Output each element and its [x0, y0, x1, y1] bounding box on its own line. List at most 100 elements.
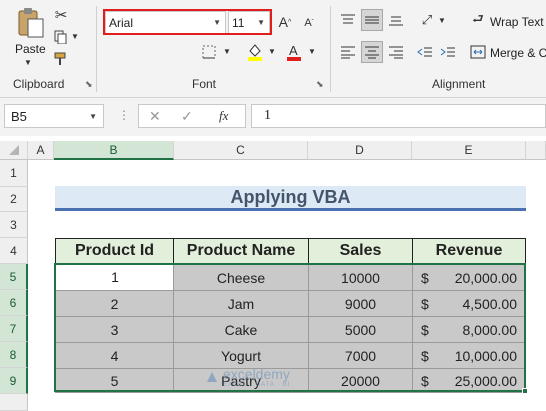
- table-cell-product-name[interactable]: Jam: [173, 290, 309, 317]
- copy-icon[interactable]: [52, 28, 70, 46]
- row-header-3[interactable]: 3: [0, 212, 28, 238]
- table-cell-revenue[interactable]: $ 10,000.00: [412, 342, 526, 369]
- table-cell-revenue[interactable]: $ 4,500.00: [412, 290, 526, 317]
- header-revenue[interactable]: Revenue: [412, 238, 526, 264]
- wrap-text-icon[interactable]: ⮐: [470, 11, 486, 30]
- ribbon: Paste ▼ ✂ ▼ Clipboard ⬊ Arial ▼ 11 ▼ A ^ …: [0, 0, 546, 98]
- table-cell-product-id[interactable]: 5: [55, 368, 174, 393]
- fill-color-dropdown-icon[interactable]: ▼: [268, 47, 276, 56]
- svg-text:A: A: [289, 43, 298, 58]
- table-cell-sales[interactable]: 20000: [308, 368, 413, 393]
- table-cell-product-id[interactable]: 2: [55, 290, 174, 317]
- revenue-value: 4,500.00: [462, 295, 518, 312]
- column-header-b[interactable]: B: [54, 141, 174, 160]
- cancel-icon[interactable]: ✕: [149, 108, 161, 125]
- row-header-1[interactable]: 1: [0, 160, 28, 187]
- currency-symbol: $: [421, 295, 429, 312]
- sheet-title: Applying VBA: [55, 186, 526, 211]
- insert-function-icon[interactable]: fx: [219, 108, 228, 124]
- row-header-10[interactable]: [0, 394, 28, 411]
- align-left-icon[interactable]: [339, 43, 357, 61]
- column-header-a[interactable]: A: [28, 141, 54, 160]
- decrease-indent-icon[interactable]: [416, 43, 434, 61]
- font-color-icon[interactable]: A: [285, 42, 303, 62]
- ribbon-separator: [96, 6, 97, 92]
- fill-handle[interactable]: [522, 388, 528, 394]
- currency-symbol: $: [421, 347, 429, 364]
- cut-icon[interactable]: ✂: [52, 6, 70, 24]
- table-cell-product-id[interactable]: 3: [55, 316, 174, 343]
- header-product-name[interactable]: Product Name: [173, 238, 309, 264]
- name-box[interactable]: B5 ▼: [4, 104, 104, 128]
- merge-center-icon[interactable]: [470, 44, 486, 60]
- revenue-value: 25,000.00: [454, 372, 517, 389]
- table-cell-sales[interactable]: 9000: [308, 290, 413, 317]
- copy-dropdown-icon[interactable]: ▼: [71, 32, 79, 41]
- column-header-f[interactable]: [526, 141, 546, 160]
- orientation-icon[interactable]: ⤢: [418, 11, 436, 29]
- align-right-icon[interactable]: [387, 43, 405, 61]
- table-cell-revenue[interactable]: $ 20,000.00: [412, 264, 526, 291]
- name-box-value: B5: [11, 109, 27, 124]
- chevron-down-icon: ▼: [89, 112, 97, 121]
- currency-symbol: $: [421, 321, 429, 338]
- table-cell-sales[interactable]: 10000: [308, 264, 413, 291]
- row-header-6[interactable]: 6: [0, 290, 28, 316]
- wrap-text-button[interactable]: Wrap Text: [490, 15, 544, 29]
- font-color-dropdown-icon[interactable]: ▼: [308, 47, 316, 56]
- select-all-corner[interactable]: [0, 141, 28, 160]
- fill-color-icon[interactable]: [246, 42, 264, 62]
- column-header-e[interactable]: E: [412, 141, 526, 160]
- paste-icon[interactable]: [14, 6, 46, 40]
- formula-input[interactable]: 1: [251, 104, 546, 128]
- align-center-icon[interactable]: [361, 41, 383, 63]
- orientation-dropdown-icon[interactable]: ▼: [438, 16, 446, 25]
- borders-icon[interactable]: [201, 44, 217, 60]
- watermark-icon: [207, 372, 217, 382]
- increase-indent-icon[interactable]: [439, 43, 457, 61]
- formula-value: 1: [264, 108, 271, 123]
- table-cell-revenue[interactable]: $ 25,000.00: [412, 368, 526, 393]
- middle-align-icon[interactable]: [361, 9, 383, 31]
- watermark-tagline: EXCEL · DATA · BI: [223, 382, 291, 388]
- currency-symbol: $: [421, 372, 429, 389]
- clipboard-group-label: Clipboard: [13, 77, 65, 91]
- table-cell-product-name[interactable]: Yogurt: [173, 342, 309, 369]
- revenue-value: 10,000.00: [454, 347, 517, 364]
- decrease-font-size-icon[interactable]: Aˇ: [302, 15, 316, 31]
- increase-font-size-icon[interactable]: A ^: [278, 13, 292, 31]
- alignment-group-label: Alignment: [432, 77, 486, 91]
- watermark-logo: exceldemy EXCEL · DATA · BI: [205, 366, 291, 388]
- enter-icon[interactable]: ✓: [181, 108, 193, 125]
- font-dialog-launcher-icon[interactable]: ⬊: [316, 79, 324, 90]
- table-cell-product-id[interactable]: 1: [56, 264, 174, 290]
- highlight-box: [103, 9, 272, 35]
- borders-dropdown-icon[interactable]: ▼: [223, 47, 231, 56]
- row-header-2[interactable]: 2: [0, 187, 28, 212]
- ribbon-separator: [330, 6, 331, 92]
- table-cell-sales[interactable]: 7000: [308, 342, 413, 369]
- more-options-icon[interactable]: ⋮: [118, 108, 130, 122]
- header-sales[interactable]: Sales: [308, 238, 413, 264]
- bottom-align-icon[interactable]: [387, 11, 405, 29]
- row-header-5[interactable]: 5: [0, 264, 28, 290]
- paste-dropdown-icon[interactable]: ▼: [24, 58, 32, 67]
- paste-button-label[interactable]: Paste: [15, 42, 46, 56]
- table-cell-product-id[interactable]: 4: [55, 342, 174, 369]
- table-cell-product-name[interactable]: Cake: [173, 316, 309, 343]
- header-product-id[interactable]: Product Id: [55, 238, 174, 264]
- merge-center-button[interactable]: Merge & C: [490, 46, 546, 60]
- row-header-7[interactable]: 7: [0, 316, 28, 342]
- table-cell-product-name[interactable]: Cheese: [173, 264, 309, 291]
- table-cell-sales[interactable]: 5000: [308, 316, 413, 343]
- font-group-label: Font: [192, 77, 217, 91]
- format-painter-icon[interactable]: [52, 50, 70, 68]
- row-header-4[interactable]: 4: [0, 238, 28, 264]
- row-header-9[interactable]: 9: [0, 368, 28, 394]
- row-header-8[interactable]: 8: [0, 342, 28, 368]
- column-header-d[interactable]: D: [308, 141, 412, 160]
- table-cell-revenue[interactable]: $ 8,000.00: [412, 316, 526, 343]
- column-header-c[interactable]: C: [174, 141, 308, 160]
- top-align-icon[interactable]: [339, 11, 357, 29]
- clipboard-dialog-launcher-icon[interactable]: ⬊: [85, 79, 93, 90]
